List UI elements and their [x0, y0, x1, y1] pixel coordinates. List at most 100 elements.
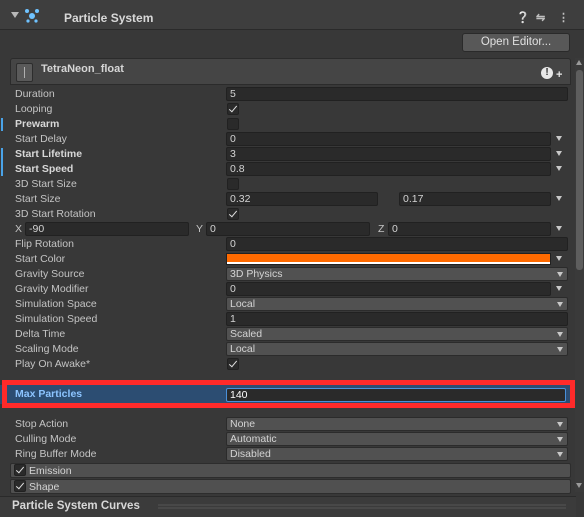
gravity-source-label: Gravity Source [15, 268, 85, 280]
simulation-speed-label: Simulation Speed [15, 313, 98, 325]
z-axis-label[interactable]: Z [378, 223, 384, 235]
shape-checkbox[interactable] [14, 480, 26, 492]
scroll-down-icon[interactable] [576, 483, 582, 488]
warning-icon[interactable]: ! [541, 67, 553, 79]
row-stop-action: Stop Action None [0, 417, 572, 432]
culling-mode-label: Culling Mode [15, 433, 77, 445]
curves-title: Particle System Curves [12, 500, 140, 512]
play-on-awake-checkbox[interactable] [227, 358, 239, 370]
start-size-label: Start Size [15, 193, 61, 205]
row-3d-start-size: 3D Start Size [0, 177, 572, 192]
delta-time-label: Delta Time [15, 328, 66, 340]
y-axis-label[interactable]: Y [196, 223, 203, 235]
prewarm-label: Prewarm [15, 118, 60, 130]
preset-icon[interactable]: ⇋ [536, 11, 545, 24]
row-start-size: Start Size 0.32 0.17 [0, 192, 572, 207]
row-gravity-source: Gravity Source 3D Physics [0, 267, 572, 282]
x-axis-label[interactable]: X [15, 223, 22, 235]
plus-icon[interactable]: + [556, 69, 562, 81]
row-simulation-space: Simulation Space Local [0, 297, 572, 312]
row-duration: Duration 5 [0, 87, 572, 102]
row-simulation-speed: Simulation Speed 1 [0, 312, 572, 327]
stop-action-label: Stop Action [15, 418, 69, 430]
curve-mode-icon[interactable] [556, 256, 562, 261]
rotation-x-field[interactable]: -90 [25, 222, 189, 236]
ring-buffer-mode-dropdown[interactable]: Disabled [226, 447, 568, 461]
curve-mode-icon[interactable] [556, 286, 562, 291]
help-icon[interactable]: ❔ [516, 11, 530, 24]
curve-mode-icon[interactable] [556, 151, 562, 156]
scaling-mode-dropdown[interactable]: Local [226, 342, 568, 356]
module-shape[interactable]: Shape [10, 479, 571, 494]
curve-mode-icon[interactable] [556, 226, 562, 231]
row-ring-buffer-mode: Ring Buffer Mode Disabled [0, 447, 572, 462]
rotation-z-field[interactable]: 0 [388, 222, 551, 236]
particle-system-icon [25, 9, 39, 23]
resize-grip-icon[interactable] [158, 504, 566, 510]
start-lifetime-field[interactable]: 3 [226, 147, 551, 161]
3d-start-size-checkbox[interactable] [227, 178, 239, 190]
simulation-space-label: Simulation Space [15, 298, 97, 310]
start-size-min-field[interactable]: 0.32 [226, 192, 378, 206]
looping-label: Looping [15, 103, 53, 115]
row-gravity-modifier: Gravity Modifier 0 [0, 282, 572, 297]
gravity-modifier-label: Gravity Modifier [15, 283, 89, 295]
ring-buffer-mode-label: Ring Buffer Mode [15, 448, 97, 460]
rotation-y-field[interactable]: 0 [206, 222, 370, 236]
row-play-on-awake: Play On Awake* [0, 357, 572, 372]
row-scaling-mode: Scaling Mode Local [0, 342, 572, 357]
looping-checkbox[interactable] [227, 103, 239, 115]
start-delay-label: Start Delay [15, 133, 67, 145]
row-start-lifetime: Start Lifetime 3 [0, 147, 572, 162]
row-3d-start-rotation: 3D Start Rotation [0, 207, 572, 222]
start-color-label: Start Color [15, 253, 66, 265]
play-on-awake-label: Play On Awake* [15, 358, 91, 370]
inspector-scrollbar[interactable] [575, 58, 584, 492]
particle-system-curves-panel: Particle System Curves [0, 496, 576, 517]
particle-system-tab[interactable]: TetraNeon_float ! + [10, 58, 571, 85]
row-flip-rotation: Flip Rotation 0 [0, 237, 572, 252]
more-icon[interactable]: ⋮ [558, 11, 569, 24]
delta-time-dropdown[interactable]: Scaled [226, 327, 568, 341]
module-label: Shape [29, 481, 60, 493]
start-size-max-field[interactable]: 0.17 [399, 192, 551, 206]
row-culling-mode: Culling Mode Automatic [0, 432, 572, 447]
row-delta-time: Delta Time Scaled [0, 327, 572, 342]
curve-mode-icon[interactable] [556, 136, 562, 141]
start-color-swatch[interactable] [226, 253, 551, 265]
scroll-up-icon[interactable] [576, 60, 582, 65]
start-lifetime-label: Start Lifetime [15, 148, 83, 160]
curve-mode-icon[interactable] [556, 166, 562, 171]
start-speed-field[interactable]: 0.8 [226, 162, 551, 176]
gravity-source-dropdown[interactable]: 3D Physics [226, 267, 568, 281]
row-start-delay: Start Delay 0 [0, 132, 572, 147]
3d-start-rotation-checkbox[interactable] [227, 208, 239, 220]
curve-mode-icon[interactable] [556, 196, 562, 201]
duration-label: Duration [15, 88, 55, 100]
row-prewarm: Prewarm [0, 117, 572, 132]
start-delay-field[interactable]: 0 [226, 132, 551, 146]
max-particles-label: Max Particles [15, 388, 83, 400]
prewarm-checkbox[interactable] [227, 118, 239, 130]
culling-mode-dropdown[interactable]: Automatic [226, 432, 568, 446]
stop-action-dropdown[interactable]: None [226, 417, 568, 431]
gravity-modifier-field[interactable]: 0 [226, 282, 551, 296]
max-particles-field[interactable]: 140 [226, 388, 566, 402]
simulation-space-dropdown[interactable]: Local [226, 297, 568, 311]
scrollbar-thumb[interactable] [576, 70, 583, 270]
module-emission[interactable]: Emission [10, 463, 571, 478]
flip-rotation-label: Flip Rotation [15, 238, 74, 250]
component-header: Particle System ❔ ⇋ ⋮ [0, 0, 584, 30]
module-label: Emission [29, 465, 72, 477]
row-looping: Looping [0, 102, 572, 117]
foldout-arrow-icon[interactable] [11, 12, 19, 18]
scaling-mode-label: Scaling Mode [15, 343, 79, 355]
simulation-speed-field[interactable]: 1 [226, 312, 568, 326]
3d-start-rotation-label: 3D Start Rotation [15, 208, 96, 220]
row-start-speed: Start Speed 0.8 [0, 162, 572, 177]
open-editor-button[interactable]: Open Editor... [462, 33, 570, 52]
emission-checkbox[interactable] [14, 464, 26, 476]
start-speed-label: Start Speed [15, 163, 74, 175]
duration-field[interactable]: 5 [226, 87, 568, 101]
flip-rotation-field[interactable]: 0 [226, 237, 568, 251]
